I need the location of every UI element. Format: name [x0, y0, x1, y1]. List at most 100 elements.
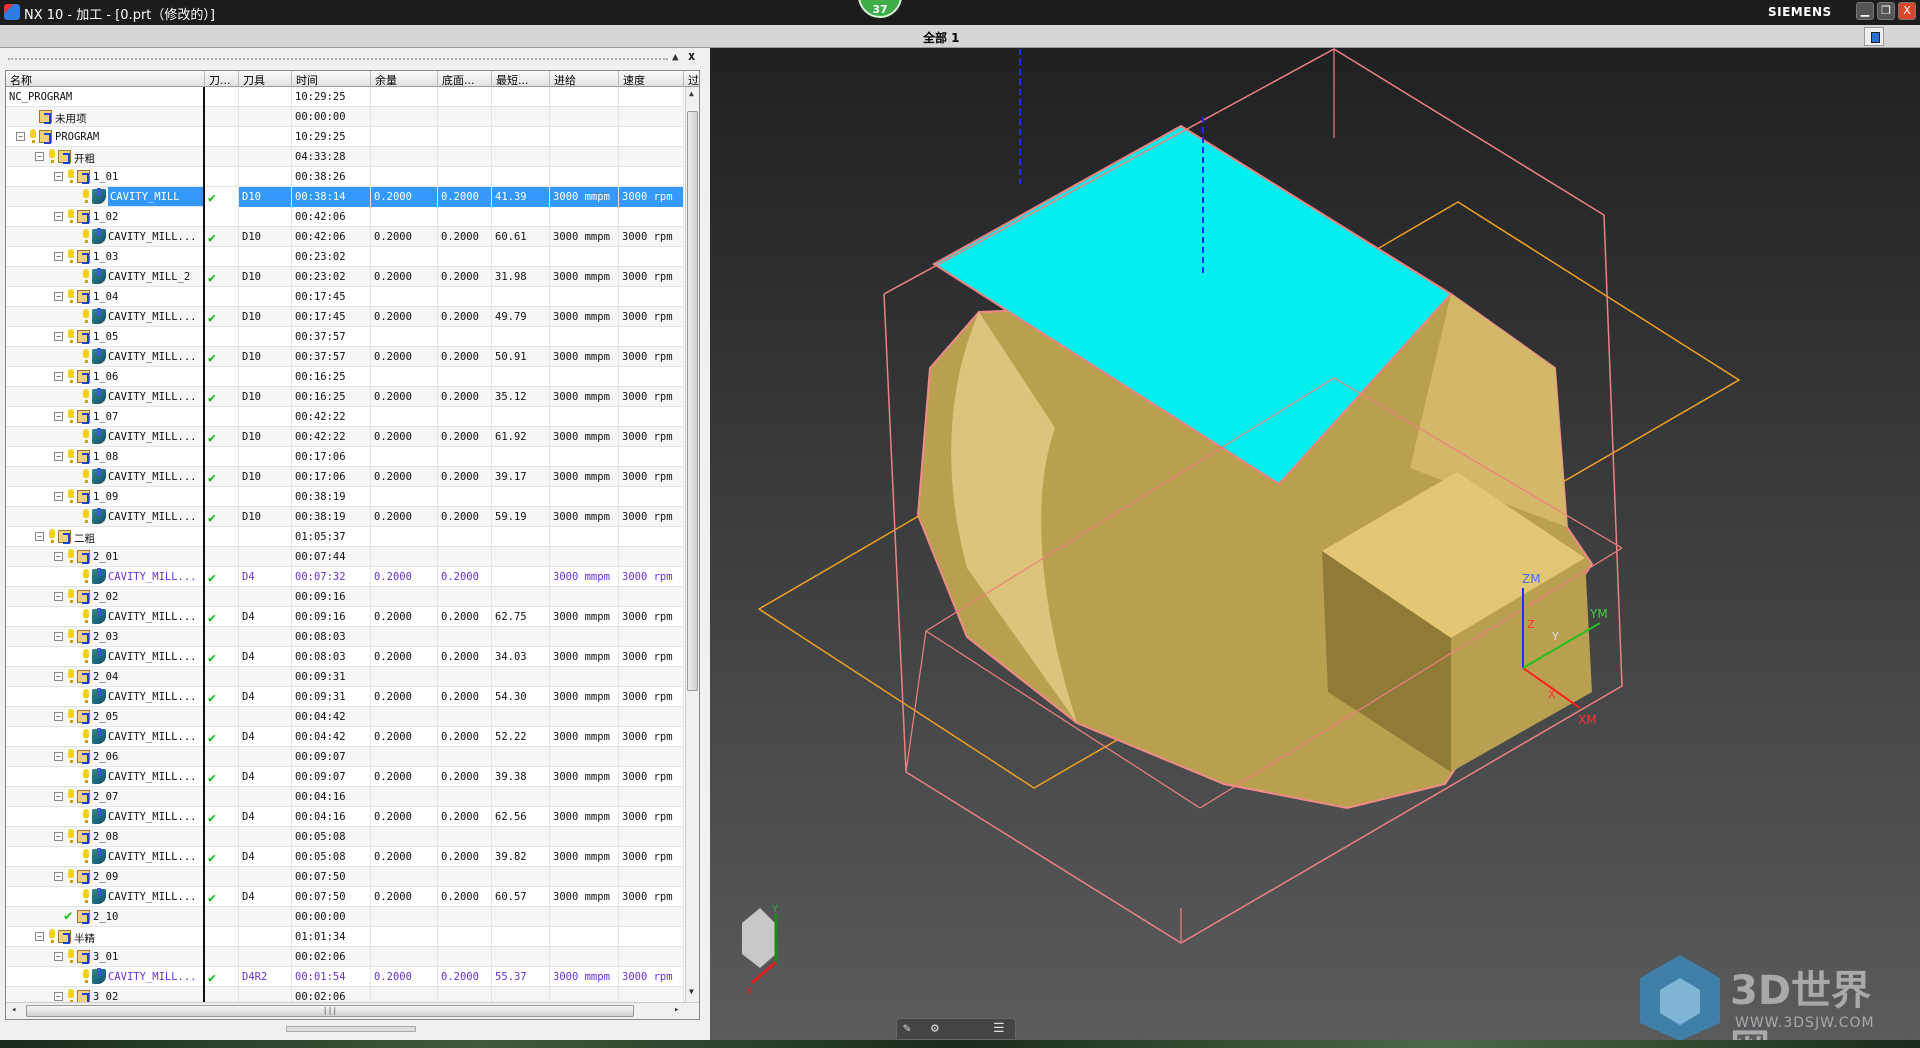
scroll-down-icon[interactable]: ▼ [689, 987, 694, 996]
column-header[interactable]: 刀... [205, 71, 239, 87]
filter-label[interactable]: 全部 1 [923, 29, 960, 46]
operation-row[interactable]: CAVITY_MILL... ✔ D10 00:16:25 0.2000 0.2000 35… [6, 387, 684, 407]
operation-row[interactable]: CAVITY_MILL... ✔ D4 00:09:16 0.2000 0.2000 62.… [6, 607, 684, 627]
name-cell[interactable]: − 1_04 [6, 287, 205, 307]
expand-collapse-icon[interactable]: − [54, 872, 63, 881]
column-header[interactable]: 余量 [371, 71, 438, 87]
name-cell[interactable]: CAVITY_MILL... [6, 347, 205, 367]
expand-collapse-icon[interactable]: − [54, 952, 63, 961]
name-cell[interactable]: CAVITY_MILL... [6, 307, 205, 327]
name-cell[interactable]: CAVITY_MILL... [6, 807, 205, 827]
name-cell[interactable]: − 2_07 [6, 787, 205, 807]
name-cell[interactable]: CAVITY_MILL... [6, 467, 205, 487]
group-row[interactable]: − 1_01 00:38:26 [6, 167, 684, 187]
operation-row[interactable]: CAVITY_MILL... ✔ D4 00:07:50 0.2000 0.2000 60.… [6, 887, 684, 907]
expand-collapse-icon[interactable]: − [54, 252, 63, 261]
operation-row[interactable]: CAVITY_MILL... ✔ D4 00:04:42 0.2000 0.2000 52.… [6, 727, 684, 747]
expand-collapse-icon[interactable]: − [35, 152, 44, 161]
name-cell[interactable]: CAVITY_MILL... [6, 967, 205, 987]
minimize-button[interactable]: ▁ [1856, 2, 1874, 20]
expand-collapse-icon[interactable]: − [54, 592, 63, 601]
name-cell[interactable]: − 二粗 [6, 527, 205, 547]
name-cell[interactable]: 未用项 [6, 107, 205, 127]
panel-grip[interactable] [8, 58, 668, 60]
column-header[interactable]: 速度 [619, 71, 684, 87]
horizontal-scrollbar[interactable]: ◂ ||| ▸ [6, 1002, 699, 1019]
name-cell[interactable]: CAVITY_MILL... [6, 647, 205, 667]
group-row[interactable]: 未用项 00:00:00 [6, 107, 684, 127]
expand-collapse-icon[interactable]: − [54, 552, 63, 561]
name-cell[interactable]: NC_PROGRAM [6, 87, 205, 107]
name-cell[interactable]: − 1_03 [6, 247, 205, 267]
expand-collapse-icon[interactable]: − [35, 532, 44, 541]
graphics-viewport[interactable]: ZM YM XM Y Z X Y X ✎ ⚙ ☰ 3D世界网 WWW.3DSJW… [710, 48, 1920, 1040]
expand-collapse-icon[interactable]: − [54, 412, 63, 421]
group-row[interactable]: − 2_03 00:08:03 [6, 627, 684, 647]
group-row[interactable]: − 1_07 00:42:22 [6, 407, 684, 427]
operation-row[interactable]: CAVITY_MILL... ✔ D10 00:17:45 0.2000 0.2000 49… [6, 307, 684, 327]
vertical-scrollbar[interactable]: ▲ ▼ [685, 87, 699, 1002]
column-header[interactable]: 进给 [550, 71, 619, 87]
scroll-thumb[interactable] [687, 111, 698, 691]
name-cell[interactable]: CAVITY_MILL... [6, 567, 205, 587]
name-cell[interactable]: − 1_09 [6, 487, 205, 507]
expand-collapse-icon[interactable]: − [54, 712, 63, 721]
operation-row[interactable]: CAVITY_MILL... ✔ D10 00:38:19 0.2000 0.2000 59… [6, 507, 684, 527]
snap-icon[interactable]: ✎ [903, 1021, 911, 1036]
group-row[interactable]: − 2_06 00:09:07 [6, 747, 684, 767]
name-cell[interactable]: − 2_09 [6, 867, 205, 887]
name-cell[interactable]: CAVITY_MILL... [6, 227, 205, 247]
expand-collapse-icon[interactable]: − [54, 632, 63, 641]
expand-collapse-icon[interactable]: − [16, 132, 25, 141]
name-cell[interactable]: − 2_02 [6, 587, 205, 607]
group-row[interactable]: − 2_01 00:07:44 [6, 547, 684, 567]
name-cell[interactable]: CAVITY_MILL... [6, 607, 205, 627]
group-row[interactable]: − 2_04 00:09:31 [6, 667, 684, 687]
panel-close-button[interactable]: x [688, 49, 695, 63]
operation-row[interactable]: CAVITY_MILL ✔ D10 00:38:14 0.2000 0.2000 41.39… [6, 187, 684, 207]
operation-row[interactable]: CAVITY_MILL... ✔ D10 00:17:06 0.2000 0.2000 39… [6, 467, 684, 487]
group-row[interactable]: − 2_07 00:04:16 [6, 787, 684, 807]
operation-row[interactable]: CAVITY_MILL... ✔ D4 00:08:03 0.2000 0.2000 34.… [6, 647, 684, 667]
group-row[interactable]: − 半精 01:01:34 [6, 927, 684, 947]
group-row[interactable]: − 2_08 00:05:08 [6, 827, 684, 847]
group-row[interactable]: − 1_09 00:38:19 [6, 487, 684, 507]
name-cell[interactable]: − 1_01 [6, 167, 205, 187]
expand-collapse-icon[interactable]: − [54, 672, 63, 681]
name-cell[interactable]: CAVITY_MILL... [6, 507, 205, 527]
group-row[interactable]: − 2_02 00:09:16 [6, 587, 684, 607]
name-cell[interactable]: − 2_03 [6, 627, 205, 647]
scroll-right-icon[interactable]: ▸ [674, 1005, 679, 1015]
expand-collapse-icon[interactable]: − [54, 752, 63, 761]
group-row[interactable]: − 3_01 00:02:06 [6, 947, 684, 967]
operation-row[interactable]: CAVITY_MILL... ✔ D4 00:07:32 0.2000 0.2000 300… [6, 567, 684, 587]
operation-row[interactable]: CAVITY_MILL... ✔ D4 00:09:31 0.2000 0.2000 54.… [6, 687, 684, 707]
expand-collapse-icon[interactable]: − [54, 452, 63, 461]
group-row[interactable]: − PROGRAM 10:29:25 [6, 127, 684, 147]
name-cell[interactable]: − 2_08 [6, 827, 205, 847]
name-cell[interactable]: − 1_08 [6, 447, 205, 467]
window-toggle-button[interactable] [1864, 27, 1884, 46]
group-row[interactable]: ✔ 2_10 00:00:00 [6, 907, 684, 927]
column-header[interactable]: 底面... [438, 71, 492, 87]
name-cell[interactable]: − 2_05 [6, 707, 205, 727]
name-cell[interactable]: CAVITY_MILL... [6, 847, 205, 867]
name-cell[interactable]: CAVITY_MILL_2 [6, 267, 205, 287]
operation-row[interactable]: CAVITY_MILL... ✔ D10 00:42:22 0.2000 0.2000 61… [6, 427, 684, 447]
name-cell[interactable]: CAVITY_MILL... [6, 387, 205, 407]
group-row[interactable]: − 1_02 00:42:06 [6, 207, 684, 227]
operation-row[interactable]: CAVITY_MILL... ✔ D10 00:37:57 0.2000 0.2000 50… [6, 347, 684, 367]
expand-collapse-icon[interactable]: − [54, 212, 63, 221]
group-row[interactable]: − 二粗 01:05:37 [6, 527, 684, 547]
column-header[interactable]: 最短... [492, 71, 550, 87]
name-cell[interactable]: CAVITY_MILL... [6, 727, 205, 747]
close-button[interactable]: X [1898, 2, 1916, 20]
group-row[interactable]: − 1_08 00:17:06 [6, 447, 684, 467]
menu-icon[interactable]: ☰ [993, 1021, 1005, 1036]
name-cell[interactable]: − 1_02 [6, 207, 205, 227]
name-cell[interactable]: − 开粗 [6, 147, 205, 167]
group-row[interactable]: − 2_05 00:04:42 [6, 707, 684, 727]
column-header[interactable]: 时间 [292, 71, 371, 87]
name-cell[interactable]: − 1_06 [6, 367, 205, 387]
expand-collapse-icon[interactable]: − [54, 292, 63, 301]
